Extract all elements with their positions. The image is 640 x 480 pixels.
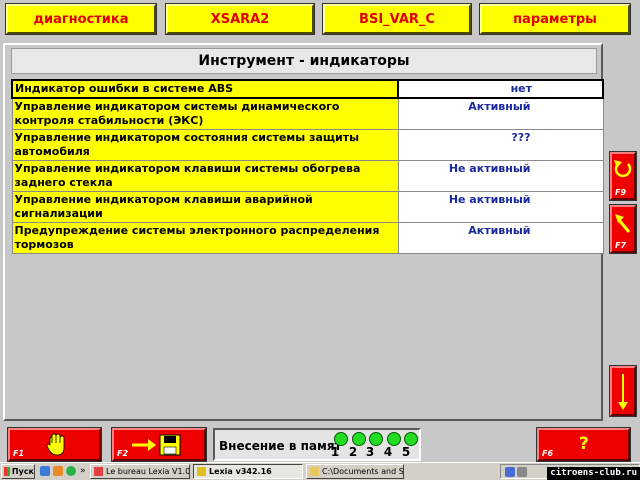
arrow-up-left-icon	[615, 214, 631, 233]
start-button[interactable]: Пуск	[1, 464, 35, 479]
refresh-icon	[614, 160, 632, 178]
chevron-right-icon[interactable]: »	[80, 466, 86, 476]
save-button[interactable]: F2	[111, 427, 207, 462]
start-label: Пуск	[11, 467, 34, 476]
memory-slot-number: 2	[348, 445, 358, 459]
watermark: citroens-club.ru	[547, 467, 640, 480]
parameter-value: Не активный	[397, 191, 604, 223]
parameter-value: Активный	[397, 222, 604, 254]
task-label: Le bureau Lexia V1.0.11	[106, 467, 190, 476]
parameter-label: Управление индикатором клавиши аварийной…	[11, 191, 399, 223]
tab-vehicle[interactable]: XSARA2	[165, 3, 315, 35]
folder-icon	[310, 467, 319, 476]
task-label: Lexia v342.16	[209, 467, 272, 476]
help-icon: ?	[579, 434, 589, 454]
help-button[interactable]: ? F6	[536, 427, 631, 462]
parameters-table: Индикатор ошибки в системе ABS нет Управ…	[11, 79, 604, 254]
arrow-down-icon	[618, 374, 628, 410]
parameters-panel: Инструмент - индикаторы Индикатор ошибки…	[3, 43, 604, 421]
app-icon	[197, 467, 206, 476]
memory-slot-number: 3	[365, 445, 375, 459]
memory-slots: Внесение в памят 1 2 3 4 5	[213, 428, 421, 461]
windows-logo-icon	[4, 467, 10, 476]
tab-label: параметры	[513, 11, 597, 27]
app-icon	[94, 467, 103, 476]
refresh-button[interactable]: F9	[609, 151, 637, 201]
desktop-icon[interactable]	[40, 466, 50, 476]
function-key-label: F7	[615, 241, 627, 250]
browser-icon[interactable]	[53, 466, 63, 476]
function-key-label: F2	[117, 449, 129, 458]
task-lexia[interactable]: Lexia v342.16	[193, 464, 303, 479]
memory-slot-1[interactable]	[334, 432, 348, 446]
parameter-value: ???	[397, 129, 604, 161]
memory-slot-number: 5	[401, 445, 411, 459]
memory-slot-2[interactable]	[352, 432, 366, 446]
parameter-value: Активный	[397, 97, 604, 130]
parameter-label: Предупреждение системы электронного расп…	[11, 222, 399, 254]
tab-ecu[interactable]: BSI_VAR_C	[322, 3, 472, 35]
chrome-icon[interactable]	[66, 466, 76, 476]
task-label: C:\Documents and Settin...	[322, 467, 404, 476]
scroll-down-button[interactable]	[609, 365, 637, 417]
memory-slot-number: 1	[330, 445, 340, 459]
tab-label: BSI_VAR_C	[359, 11, 435, 27]
tab-label: диагностика	[33, 11, 129, 27]
hand-stop-icon	[46, 433, 65, 456]
stop-button[interactable]: F1	[7, 427, 102, 462]
parameter-value: Не активный	[397, 160, 604, 192]
memory-slot-4[interactable]	[387, 432, 401, 446]
task-lexia-bureau[interactable]: Le bureau Lexia V1.0.11	[90, 464, 190, 479]
table-row[interactable]: Управление индикатором состояния системы…	[11, 129, 604, 161]
function-key-label: F1	[13, 449, 25, 458]
parameter-label: Индикатор ошибки в системе ABS	[11, 79, 399, 99]
memory-label: Внесение в памят	[219, 439, 342, 453]
memory-slot-number: 4	[383, 445, 393, 459]
function-key-label: F9	[615, 188, 627, 197]
table-row[interactable]: Индикатор ошибки в системе ABS нет	[11, 79, 604, 99]
function-key-label: F6	[542, 449, 554, 458]
parameter-label: Управление индикатором системы динамичес…	[11, 97, 399, 130]
table-row[interactable]: Управление индикатором клавиши аварийной…	[11, 191, 604, 223]
tab-label: XSARA2	[210, 11, 270, 27]
parameter-label: Управление индикатором клавиши системы о…	[11, 160, 399, 192]
parameter-label: Управление индикатором состояния системы…	[11, 129, 399, 161]
back-button[interactable]: F7	[609, 204, 637, 254]
task-explorer[interactable]: C:\Documents and Settin...	[306, 464, 404, 479]
tab-diagnostics[interactable]: диагностика	[5, 3, 157, 35]
tray-icon[interactable]	[505, 467, 515, 477]
tab-parameters[interactable]: параметры	[479, 3, 631, 35]
table-row[interactable]: Управление индикатором клавиши системы о…	[11, 160, 604, 192]
save-to-disk-icon	[132, 434, 181, 456]
panel-title: Инструмент - индикаторы	[11, 48, 597, 74]
memory-slot-3[interactable]	[369, 432, 383, 446]
memory-slot-5[interactable]	[404, 432, 418, 446]
taskbar: Пуск » Le bureau Lexia V1.0.11 Lexia v34…	[0, 462, 640, 480]
parameter-value: нет	[397, 79, 604, 99]
table-row[interactable]: Управление индикатором системы динамичес…	[11, 97, 604, 130]
tray-icon[interactable]	[517, 467, 527, 477]
table-row[interactable]: Предупреждение системы электронного расп…	[11, 222, 604, 254]
